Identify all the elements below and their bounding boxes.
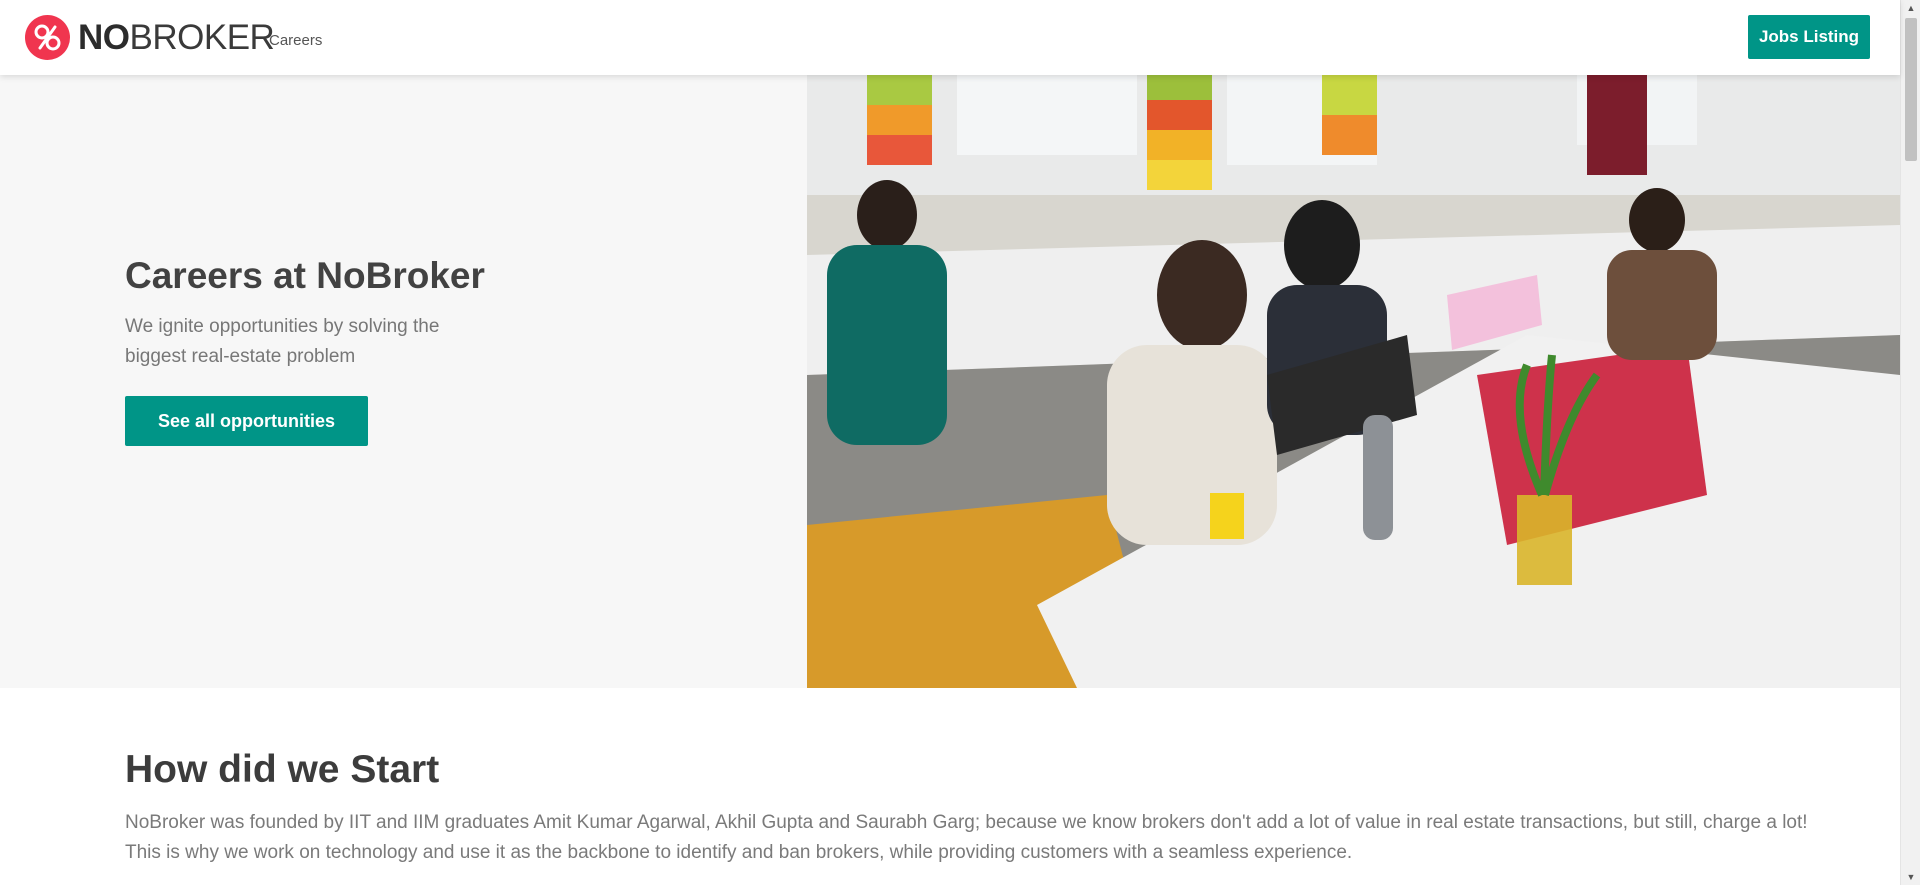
scroll-up-arrow-icon[interactable]: ▲ [1901, 0, 1920, 16]
careers-subtitle: Careers [269, 32, 323, 49]
hero-title: Careers at NoBroker [125, 255, 485, 296]
brand-wordmark[interactable]: NOBROKER [78, 18, 275, 58]
see-all-opportunities-button[interactable]: See all opportunities [125, 396, 368, 446]
nobroker-logo-icon[interactable] [25, 15, 70, 60]
hero-subtitle: We ignite opportunities by solving the b… [125, 316, 440, 367]
story-paragraph: NoBroker was founded by IIT and IIM grad… [125, 812, 1808, 863]
hero-intro-panel: Careers at NoBroker We ignite opportunit… [0, 75, 807, 688]
jobs-listing-button[interactable]: Jobs Listing [1748, 15, 1870, 59]
page-scrollbar[interactable]: ▲ ▼ [1900, 0, 1920, 885]
scroll-down-arrow-icon[interactable]: ▼ [1901, 869, 1920, 885]
brand-broker: BROKER [129, 18, 275, 57]
site-header: NOBROKER Careers Jobs Listing [0, 0, 1900, 75]
brand-no: NO [78, 18, 130, 57]
office-photo [807, 75, 1900, 688]
story-title: How did we Start [125, 748, 440, 791]
scrollbar-thumb[interactable] [1905, 18, 1917, 161]
